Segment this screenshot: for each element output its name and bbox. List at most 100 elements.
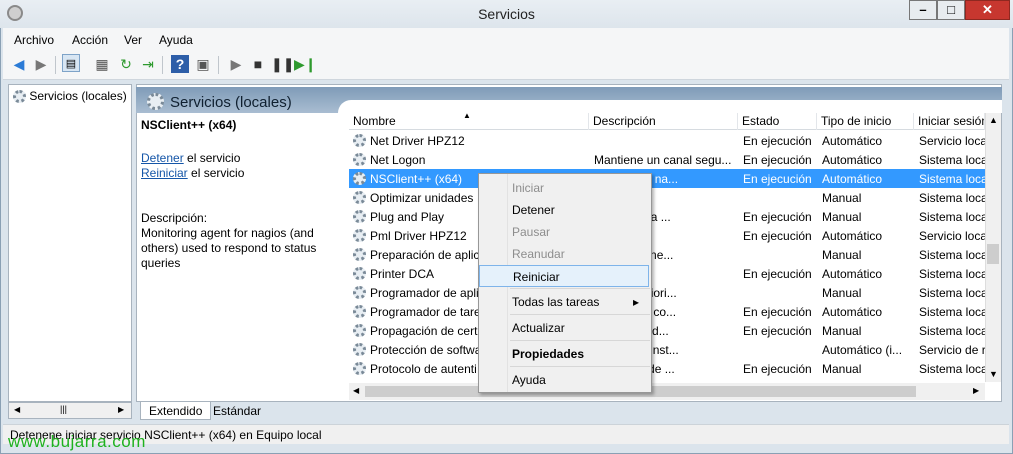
context-menu-item[interactable]: Reiniciar: [479, 265, 649, 287]
maximize-button[interactable]: □: [937, 0, 965, 20]
cell-logon: Servicio de re: [919, 343, 985, 357]
cell-startup-type: Automático: [822, 267, 883, 281]
stop-icon[interactable]: ■: [249, 55, 267, 73]
tree-horizontal-scrollbar[interactable]: [8, 402, 132, 419]
window-title: Servicios: [478, 6, 535, 22]
tab-extendido[interactable]: Extendido: [140, 402, 212, 420]
cell-state: En ejecución: [743, 229, 812, 243]
view-icon[interactable]: ▣: [194, 55, 212, 73]
sort-ascending-icon: ▲: [463, 111, 471, 120]
context-menu-item[interactable]: Actualizar: [479, 317, 649, 339]
cell-startup-type: Automático: [822, 153, 883, 167]
service-row[interactable]: Plug and Playequipo para ...En ejecución…: [349, 207, 985, 226]
context-menu-label: Pausar: [512, 225, 551, 239]
scroll-left-icon[interactable]: ◀: [353, 386, 359, 395]
cell-logon: Servicio loca: [919, 134, 985, 148]
gear-icon: [353, 153, 366, 166]
console-tree-icon[interactable]: ▤: [62, 54, 80, 72]
gear-icon: [353, 210, 366, 223]
context-menu-item[interactable]: Reanudar: [479, 243, 649, 265]
gear-icon: [13, 90, 26, 104]
service-row[interactable]: NSClient++ (x64)g agent for na...En ejec…: [349, 169, 985, 188]
column-iniciar-sesion[interactable]: Iniciar sesión: [914, 113, 985, 130]
scroll-up-icon[interactable]: ▲: [989, 115, 998, 125]
context-menu-label: Reiniciar: [513, 270, 560, 284]
description-text: Monitoring agent for nagios (and others)…: [141, 226, 317, 270]
service-row[interactable]: Pml Driver HPZ12 En ejecución Automático Se…: [349, 226, 985, 245]
cell-startup-type: Manual: [822, 362, 862, 376]
cell-startup-type: Automático: [822, 172, 883, 186]
properties-icon[interactable]: ▦: [93, 55, 111, 73]
service-row[interactable]: Programador de tareun usuario co...En ej…: [349, 302, 985, 321]
context-menu-item[interactable]: Propiedades: [479, 343, 649, 365]
menu-separator: [510, 288, 650, 289]
service-row[interactable]: Propagación de certiertificados d...En e…: [349, 321, 985, 340]
cell-state: En ejecución: [743, 305, 812, 319]
scroll-down-icon[interactable]: ▼: [989, 369, 998, 379]
scroll-right-icon[interactable]: ▶: [118, 405, 124, 414]
scroll-right-icon[interactable]: ▶: [973, 386, 979, 395]
list-header: Nombre Descripción Estado Tipo de inicio…: [349, 113, 985, 130]
menu-ver[interactable]: Ver: [124, 33, 142, 47]
column-estado[interactable]: Estado: [738, 113, 817, 130]
context-menu-label: Detener: [512, 203, 555, 217]
scroll-left-icon[interactable]: ◀: [14, 405, 20, 414]
close-button[interactable]: ✕: [965, 0, 1010, 20]
cell-name: Net Driver HPZ12: [370, 134, 465, 148]
cell-state: En ejecución: [743, 153, 812, 167]
minimize-button[interactable]: –: [909, 0, 937, 20]
cell-state: En ejecución: [743, 324, 812, 338]
cell-logon: Sistema loca: [919, 267, 985, 281]
context-menu-item[interactable]: Iniciar: [479, 177, 649, 199]
gear-icon: [353, 324, 366, 337]
service-row[interactable]: Net Logon Mantiene un canal segu... En eje…: [349, 150, 985, 169]
restart-service-link[interactable]: Reiniciar: [141, 166, 188, 180]
play-icon[interactable]: ▶: [227, 55, 245, 73]
column-tipo-inicio[interactable]: Tipo de inicio: [817, 113, 914, 130]
context-menu-label: Ayuda: [512, 373, 546, 387]
console-tree: [8, 84, 132, 402]
restart-service-row: Reiniciar el servicio: [141, 166, 245, 180]
submenu-arrow-icon: ▸: [632, 295, 639, 309]
gear-icon: [353, 267, 366, 280]
context-menu-item[interactable]: Pausar: [479, 221, 649, 243]
cell-state: En ejecución: [743, 172, 812, 186]
cell-state: En ejecución: [743, 210, 812, 224]
column-descripcion[interactable]: Descripción: [589, 113, 738, 130]
context-menu-label: Todas las tareas: [512, 295, 600, 309]
tab-estandar[interactable]: Estándar: [205, 402, 269, 420]
cell-startup-type: Manual: [822, 248, 862, 262]
context-menu-item[interactable]: Ayuda: [479, 369, 649, 391]
scroll-grip-icon[interactable]: |||: [60, 404, 67, 414]
service-row[interactable]: Preparación de aplics aplicacione...Manu…: [349, 245, 985, 264]
cell-name: Net Logon: [370, 153, 426, 167]
restart-icon[interactable]: ▶❙: [294, 55, 317, 73]
service-row[interactable]: Optimizar unidades Manual Sistema loca: [349, 188, 985, 207]
cell-logon: Sistema loca: [919, 248, 985, 262]
service-row[interactable]: Protección de softwadescarga, inst...Aut…: [349, 340, 985, 359]
cell-description: Mantiene un canal segu...: [594, 153, 732, 167]
stop-service-link[interactable]: Detener: [141, 151, 184, 165]
arrow-right-icon[interactable]: ▶: [32, 55, 50, 73]
context-menu-item[interactable]: Todas las tareas ▸: [479, 291, 649, 313]
pause-icon[interactable]: ❚❚: [271, 55, 294, 73]
tree-item-services-local[interactable]: Servicios (locales): [13, 89, 127, 104]
vertical-scroll-thumb[interactable]: [987, 244, 999, 264]
context-menu-label: Actualizar: [512, 321, 565, 335]
help-icon[interactable]: ?: [171, 55, 189, 73]
context-menu-item[interactable]: Detener: [479, 199, 649, 221]
service-row[interactable]: Printer DCA En ejecución Automático Sistema…: [349, 264, 985, 283]
gear-icon: [353, 172, 366, 185]
menu-archivo[interactable]: Archivo: [14, 33, 54, 47]
service-row[interactable]: Net Driver HPZ12 En ejecución Automático Se…: [349, 131, 985, 150]
service-row[interactable]: Programador de aplitablecer priori...Man…: [349, 283, 985, 302]
export-icon[interactable]: ⇥: [139, 55, 157, 73]
menu-ayuda[interactable]: Ayuda: [159, 33, 193, 47]
service-row[interactable]: Protocolo de autentiProtocolo de ...En e…: [349, 359, 985, 378]
cell-logon: Sistema loca: [919, 305, 985, 319]
arrow-left-icon[interactable]: ◀: [10, 55, 28, 73]
menu-accion[interactable]: Acción: [72, 33, 108, 47]
watermark: www.bujarra.com: [8, 432, 146, 451]
refresh-icon[interactable]: ↻: [117, 55, 135, 73]
gear-icon: [353, 305, 366, 318]
